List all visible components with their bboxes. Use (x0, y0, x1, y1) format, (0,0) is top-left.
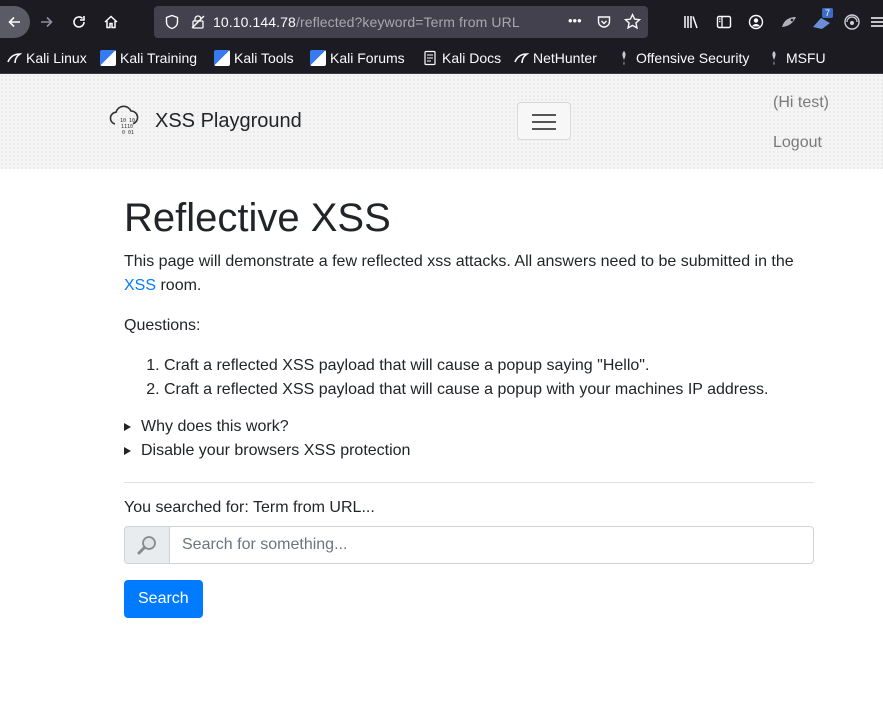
library-icon[interactable] (683, 14, 700, 30)
bookmark-kali-tools[interactable]: Kali Tools (214, 48, 294, 68)
search-addon (124, 526, 169, 564)
bookmark-label: Kali Linux (26, 50, 87, 66)
details-summary: Disable your browsers XSS protection (141, 442, 411, 459)
account-icon[interactable] (748, 14, 764, 30)
question-item: Craft a reflected XSS payload that will … (164, 354, 768, 378)
logout-link[interactable]: Logout (773, 134, 822, 152)
hamburger-bar (532, 114, 556, 116)
extension-badge-count: 7 (822, 8, 834, 18)
magnifier-icon (137, 536, 156, 555)
intro-paragraph: This page will demonstrate a few reflect… (124, 250, 814, 298)
url-bar[interactable]: 10.10.144.78/reflected?keyword=Term from… (154, 6, 648, 38)
bookmark-label: Kali Tools (234, 50, 294, 66)
bookmark-label: NetHunter (533, 50, 597, 66)
kali-forums-icon (310, 50, 326, 66)
bookmark-label: Kali Forums (330, 50, 405, 66)
page-title: Reflective XSS (124, 196, 391, 240)
details-disable-xss-protection[interactable]: Disable your browsers XSS protection (124, 442, 410, 460)
bookmark-label: Offensive Security (636, 50, 750, 66)
intro-text: This page will demonstrate a few reflect… (124, 253, 794, 270)
cloud-binary-logo-icon: 10 10 1110 0 01 (109, 105, 139, 136)
bookmark-label: MSFU (786, 50, 826, 66)
disclosure-triangle-icon (124, 423, 131, 431)
reload-icon (73, 16, 85, 28)
bookmark-msfu[interactable]: MSFU (766, 48, 826, 68)
overflow-menu-icon[interactable] (869, 14, 883, 30)
insecure-connection-icon[interactable] (190, 14, 206, 30)
url-path: /reflected?keyword=Term from URL (295, 14, 520, 30)
brand-name: XSS Playground (155, 109, 302, 132)
brand[interactable]: 10 10 1110 0 01 XSS Playground (107, 104, 302, 138)
bookmark-kali-linux[interactable]: Kali Linux (6, 48, 87, 68)
intro-suffix: room. (160, 277, 202, 294)
forward-arrow-icon (41, 16, 53, 28)
home-icon (104, 15, 118, 29)
kali-dragon-icon (7, 53, 22, 64)
bookmark-offensive-security[interactable]: Offensive Security (616, 48, 749, 68)
pocket-icon[interactable] (596, 14, 612, 30)
extension-with-badge[interactable]: 7 (812, 8, 836, 32)
searched-for-text: You searched for: Term from URL... (124, 499, 375, 516)
kali-tools-icon (214, 50, 230, 66)
msfu-icon (772, 51, 776, 65)
bookmark-label: Kali Docs (442, 50, 502, 66)
offsec-icon (622, 51, 626, 65)
home-button[interactable] (95, 6, 127, 38)
back-arrow-icon (8, 16, 20, 28)
search-button[interactable]: Search (124, 580, 203, 618)
bookmark-star-icon[interactable] (624, 13, 641, 30)
details-why-it-works[interactable]: Why does this work? (124, 418, 289, 436)
bookmark-label: Kali Training (120, 50, 198, 66)
question-item: Craft a reflected XSS payload that will … (164, 378, 768, 402)
extension-icon[interactable] (780, 14, 798, 30)
hamburger-bar (532, 121, 556, 123)
nethunter-icon (514, 53, 529, 64)
url-text[interactable]: 10.10.144.78/reflected?keyword=Term from… (213, 14, 520, 30)
reload-button[interactable] (63, 6, 95, 38)
bookmark-nethunter[interactable]: NetHunter (513, 48, 597, 68)
search-input-group (124, 526, 814, 564)
sidebar-icon[interactable] (716, 14, 732, 30)
page-actions-menu[interactable]: ••• (568, 13, 582, 28)
kali-training-icon (100, 50, 116, 66)
site-navbar: 10 10 1110 0 01 XSS Playground (Hi test)… (0, 74, 883, 169)
details-summary: Why does this work? (141, 418, 289, 435)
wappalyzer-icon[interactable] (843, 13, 861, 31)
bookmark-kali-forums[interactable]: Kali Forums (310, 48, 405, 68)
bookmark-kali-training[interactable]: Kali Training (100, 48, 197, 68)
xss-room-link[interactable]: XSS (124, 277, 156, 294)
questions-list: Craft a reflected XSS payload that will … (124, 354, 768, 402)
url-host: 10.10.144.78 (213, 14, 296, 30)
questions-label: Questions: (124, 317, 201, 334)
user-greeting[interactable]: (Hi test) (773, 94, 829, 112)
disclosure-triangle-icon (124, 447, 131, 455)
navbar-toggle-button[interactable] (517, 102, 571, 140)
svg-text:0 01: 0 01 (122, 130, 134, 136)
back-button[interactable] (0, 6, 30, 38)
shield-icon[interactable] (164, 14, 180, 30)
divider (124, 482, 814, 483)
forward-button[interactable] (30, 6, 62, 38)
hamburger-bar (532, 128, 556, 130)
search-input[interactable] (169, 526, 814, 564)
bookmark-kali-docs[interactable]: Kali Docs (422, 48, 501, 68)
kali-docs-icon (424, 50, 436, 66)
browser-toolbar: 10.10.144.78/reflected?keyword=Term from… (0, 0, 883, 44)
